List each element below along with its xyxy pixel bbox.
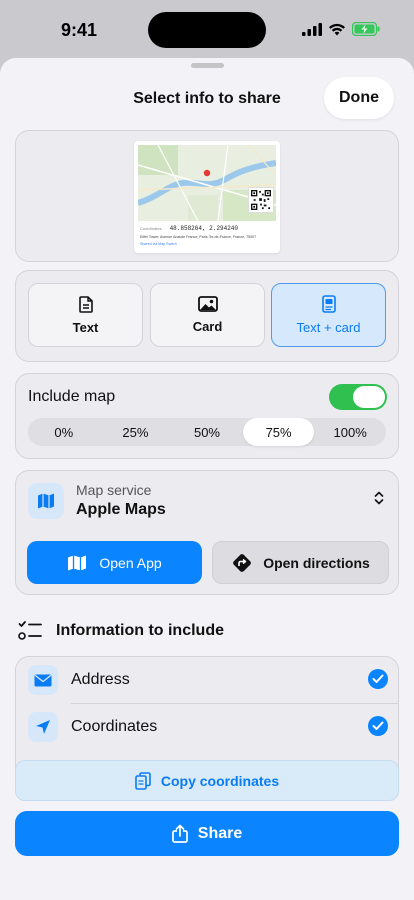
preview-shared-via: Shared via Map Switch — [140, 242, 177, 246]
format-option-label: Text + card — [296, 320, 361, 335]
map-size-option-0[interactable]: 0% — [28, 418, 100, 446]
status-bar: 9:41 — [0, 0, 414, 60]
format-option-label: Card — [192, 319, 223, 334]
information-list: Address Coordinates — [15, 656, 399, 776]
include-map-section: Include map 0% 25% 50% 75% 100% — [15, 373, 399, 459]
map-service-section: Map service Apple Maps Open App Open dir… — [15, 470, 399, 595]
map-size-segmented-control: 0% 25% 50% 75% 100% — [28, 418, 386, 446]
envelope-icon — [28, 665, 58, 695]
preview-coordinates-value: 48.858264, 2.294240 — [169, 225, 238, 232]
toggle-knob — [353, 386, 385, 408]
cellular-signal-icon — [302, 22, 322, 36]
open-app-label: Open App — [99, 554, 162, 571]
map-service-picker[interactable]: Apple Maps — [76, 501, 166, 519]
map-icon — [68, 555, 87, 570]
open-directions-button[interactable]: Open directions — [212, 541, 389, 584]
format-option-text[interactable]: Text — [28, 283, 143, 347]
information-header: Information to include — [18, 620, 224, 642]
card-preview: Coordinates 48.858264, 2.294240 Eiffel T… — [134, 141, 280, 253]
share-preview: Coordinates 48.858264, 2.294240 Eiffel T… — [15, 130, 399, 262]
preview-address: Eiffel Tower, Avenue Anatole France, Par… — [140, 235, 257, 239]
open-directions-label: Open directions — [263, 554, 370, 571]
status-icons — [302, 22, 380, 36]
include-map-label: Include map — [28, 388, 116, 405]
sheet-grabber[interactable] — [191, 63, 224, 68]
qr-code-icon — [248, 187, 274, 213]
text-card-icon — [321, 295, 336, 313]
map-size-option-75[interactable]: 75% — [242, 418, 315, 446]
map-size-option-25[interactable]: 25% — [100, 418, 172, 446]
format-option-label: Text — [72, 319, 99, 335]
location-arrow-icon — [28, 712, 58, 742]
format-selector: Text Card Text + card — [15, 270, 399, 362]
include-map-toggle[interactable] — [329, 384, 387, 410]
preview-coordinates-row: Coordinates 48.858264, 2.294240 — [140, 225, 276, 232]
copy-coordinates-button[interactable]: Copy coordinates — [15, 760, 399, 801]
map-service-label: Map service — [76, 482, 152, 498]
checkmark-icon[interactable] — [368, 716, 388, 736]
information-title: Information to include — [56, 622, 224, 639]
share-label: Share — [197, 824, 243, 842]
info-item-coordinates[interactable]: Coordinates — [16, 704, 398, 750]
photo-icon — [197, 296, 218, 312]
done-button[interactable]: Done — [324, 77, 394, 119]
copy-coordinates-label: Copy coordinates — [160, 772, 280, 789]
share-button[interactable]: Share — [15, 811, 399, 856]
share-sheet: Select info to share Done Coordinates 48… — [0, 58, 414, 900]
map-size-option-50[interactable]: 50% — [171, 418, 243, 446]
status-time: 9:41 — [61, 20, 98, 40]
map-size-option-100[interactable]: 100% — [314, 418, 386, 446]
info-item-label: Address — [71, 671, 130, 688]
checkmark-icon[interactable] — [368, 669, 388, 689]
info-item-address[interactable]: Address — [16, 657, 398, 704]
format-option-card[interactable]: Card — [150, 283, 265, 347]
wifi-icon — [329, 23, 345, 35]
format-option-text-card[interactable]: Text + card — [271, 283, 386, 347]
doc-text-icon — [78, 295, 93, 313]
dynamic-island — [148, 12, 266, 48]
directions-icon — [233, 553, 252, 572]
chevron-up-down-icon[interactable] — [374, 491, 384, 505]
checklist-icon — [18, 621, 42, 640]
preview-coordinates-label: Coordinates — [140, 226, 162, 231]
map-icon — [28, 483, 64, 519]
info-item-label: Coordinates — [71, 718, 158, 735]
share-icon — [171, 824, 188, 843]
open-app-button[interactable]: Open App — [27, 541, 202, 584]
battery-charging-icon — [352, 22, 380, 36]
copy-document-icon — [135, 771, 151, 790]
